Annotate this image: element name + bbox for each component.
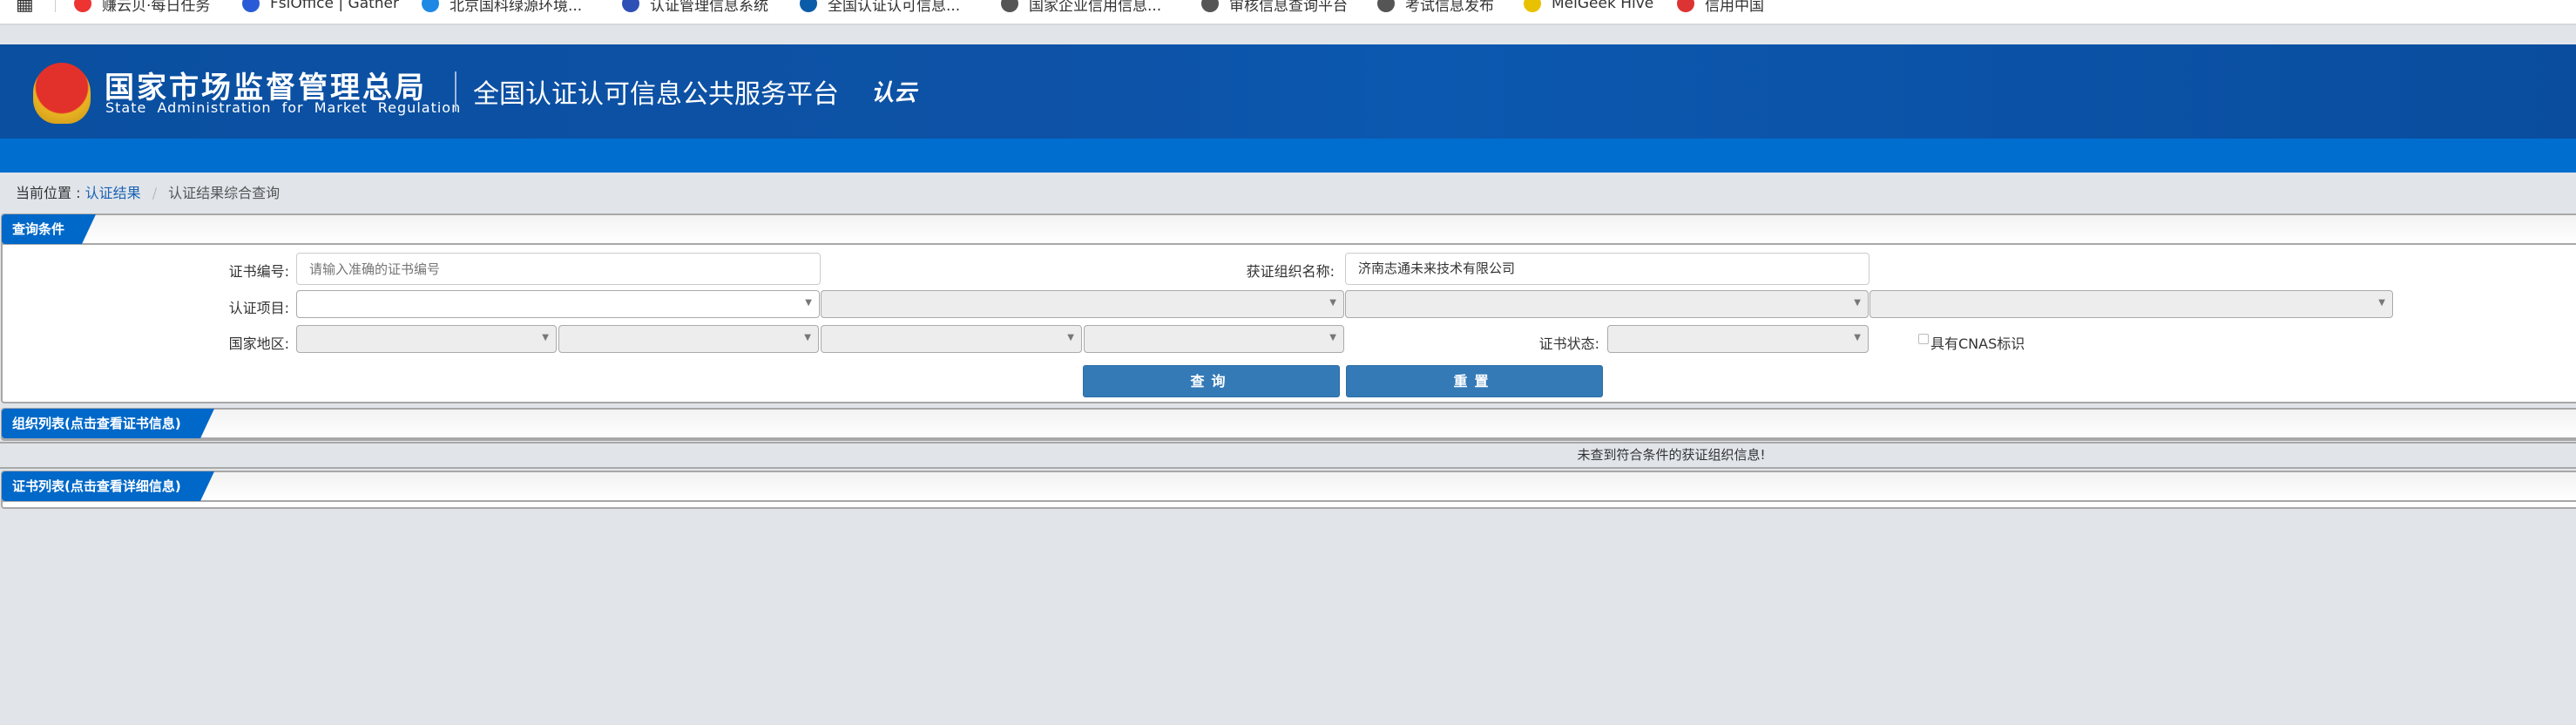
org-name-input[interactable]: 济南志通未来技术有限公司 <box>1345 253 1869 285</box>
bookmark-label: 认证管理信息系统 <box>650 0 768 15</box>
bookmark-favicon-icon <box>1677 0 1694 12</box>
apps-grid-icon[interactable]: ▦ <box>16 0 34 15</box>
bookmark-favicon-icon <box>74 0 91 12</box>
platform-title: 全国认证认可信息公共服务平台 <box>473 79 839 110</box>
cert-list-panel: 证书列表(点击查看详细信息) <box>1 471 2576 509</box>
bookmark-label: 国家企业信用信息... <box>1029 0 1162 15</box>
project-select-2[interactable]: ▼ <box>821 290 1344 318</box>
region-select-2[interactable]: ▼ <box>558 325 819 353</box>
bookmark-label: FsiOffice | Gather <box>270 0 399 12</box>
breadcrumb-separator: / <box>152 185 158 201</box>
region-select-1[interactable]: ▼ <box>296 325 557 353</box>
bookmark-favicon-icon <box>1377 0 1395 12</box>
org-name-label: 获证组织名称: <box>1246 263 1335 280</box>
status-label: 证书状态: <box>1538 335 1599 352</box>
renyun-logo: 认云 <box>871 80 917 106</box>
reset-button[interactable]: 重置 <box>1346 365 1603 397</box>
bookmarks-bar: ▦ 赚云贝·每日任务 FsiOffice | Gather 北京国科绿源环境... 认… <box>0 0 2576 25</box>
bookmark-item[interactable]: 认证管理信息系统 <box>622 0 768 15</box>
bookmark-favicon-icon <box>1524 0 1541 12</box>
dropdown-arrow-icon: ▼ <box>1329 298 1336 308</box>
bookmark-label: 全国认证认可信息... <box>828 0 961 15</box>
bookmark-label: 北京国科绿源环境... <box>450 0 583 15</box>
bookmark-favicon-icon <box>800 0 817 12</box>
org-title-en: State Administration for Market Regulati… <box>105 99 462 116</box>
bookmark-item[interactable]: 北京国科绿源环境... <box>422 0 583 15</box>
national-emblem-logo <box>33 63 91 124</box>
dropdown-arrow-icon: ▼ <box>1067 333 1074 342</box>
panel-title: 组织列表(点击查看证书信息) <box>2 409 214 438</box>
bookmark-item[interactable]: 赚云贝·每日任务 <box>74 0 211 15</box>
bookmark-favicon-icon <box>1001 0 1018 12</box>
bookmark-favicon-icon <box>622 0 639 12</box>
bookmark-label: 考试信息发布 <box>1405 0 1494 15</box>
bookmark-item[interactable]: 审核信息查询平台 <box>1201 0 1348 15</box>
nav-band <box>0 139 2576 173</box>
project-select-3[interactable]: ▼ <box>1345 290 1869 318</box>
org-list-panel: 组织列表(点击查看证书信息) <box>1 408 2576 441</box>
bookmark-item[interactable]: 考试信息发布 <box>1377 0 1494 15</box>
bookmark-item[interactable]: 国家企业信用信息... <box>1001 0 1162 15</box>
bookmark-favicon-icon <box>422 0 439 12</box>
dropdown-arrow-icon: ▼ <box>1854 333 1861 342</box>
bookmark-item[interactable]: FsiOffice | Gather <box>242 0 399 14</box>
bookmark-label: 赚云贝·每日任务 <box>102 0 211 15</box>
panel-header: 查询条件 <box>3 215 2576 245</box>
panel-title: 证书列表(点击查看详细信息) <box>2 471 214 501</box>
panel-title: 查询条件 <box>2 214 96 244</box>
region-select-3[interactable]: ▼ <box>821 325 1082 353</box>
project-label: 认证项目: <box>228 300 289 316</box>
breadcrumb-link[interactable]: 认证结果 <box>85 185 141 201</box>
bookmark-favicon-icon <box>242 0 260 12</box>
project-select-4[interactable]: ▼ <box>1869 290 2393 318</box>
cert-no-label: 证书编号: <box>228 263 289 280</box>
dropdown-arrow-icon: ▼ <box>542 333 549 342</box>
dropdown-arrow-icon: ▼ <box>2378 298 2385 308</box>
dropdown-arrow-icon: ▼ <box>1329 333 1336 342</box>
cnas-label: 具有CNAS标识 <box>1930 335 2025 352</box>
header-divider <box>455 71 456 112</box>
search-button[interactable]: 查询 <box>1083 365 1340 397</box>
cert-no-input[interactable] <box>296 253 821 285</box>
status-select[interactable]: ▼ <box>1607 325 1869 353</box>
bookmark-item[interactable]: MelGeek Hive <box>1524 0 1653 14</box>
dropdown-arrow-icon: ▼ <box>805 298 812 308</box>
dropdown-arrow-icon: ▼ <box>804 333 811 342</box>
bookmark-item[interactable]: 全国认证认可信息... <box>800 0 961 15</box>
project-select-1[interactable]: ▼ <box>296 290 820 318</box>
region-select-4[interactable]: ▼ <box>1084 325 1344 353</box>
panel-header: 组织列表(点击查看证书信息) <box>3 410 2576 439</box>
bookmark-item[interactable]: 信用中国 <box>1677 0 1764 15</box>
cnas-checkbox[interactable] <box>1918 334 1929 344</box>
breadcrumb: 当前位置 : 认证结果 / 认证结果综合查询 <box>16 181 280 202</box>
region-label: 国家地区: <box>228 335 289 352</box>
dropdown-arrow-icon: ▼ <box>1854 298 1861 308</box>
bookmark-label: MelGeek Hive <box>1552 0 1654 12</box>
empty-message: 未查到符合条件的获证组织信息! <box>0 442 2576 469</box>
bookmark-favicon-icon <box>1201 0 1219 12</box>
panel-header: 证书列表(点击查看详细信息) <box>3 472 2576 502</box>
breadcrumb-current: 认证结果综合查询 <box>168 185 281 201</box>
bookmark-label: 信用中国 <box>1705 0 1764 15</box>
bookmark-label: 审核信息查询平台 <box>1229 0 1348 15</box>
divider <box>55 0 56 12</box>
breadcrumb-prefix: 当前位置 : <box>16 185 81 201</box>
